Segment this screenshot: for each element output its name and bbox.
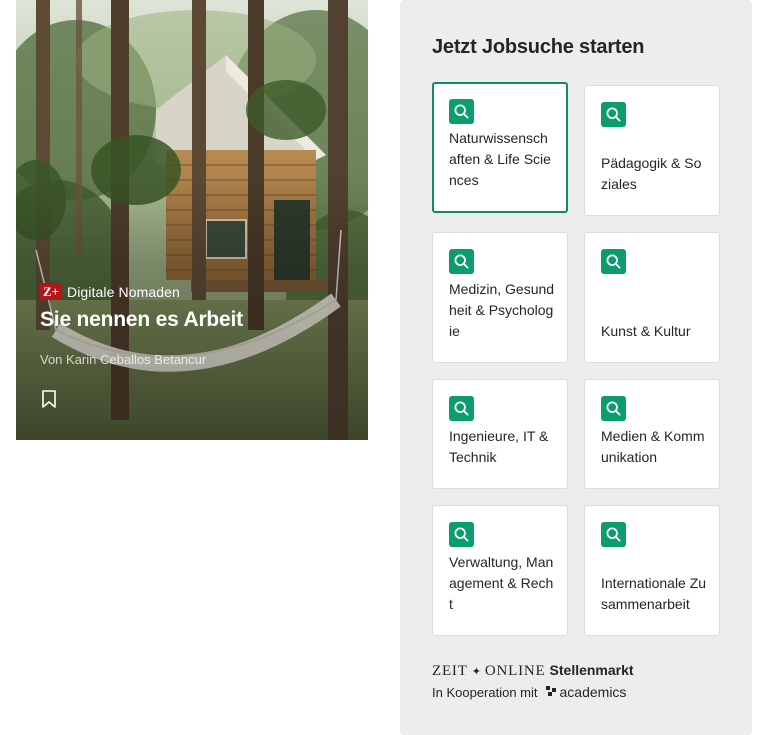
academics-wordmark: academics	[559, 684, 627, 700]
job-category-label: Pädagogik & Soziales	[601, 155, 702, 192]
job-category-international[interactable]: Internationale Zusammenarbeit	[584, 505, 720, 636]
zplus-icon: Z+	[40, 283, 62, 300]
teaser-title[interactable]: Sie nennen es Arbeit	[40, 308, 243, 332]
job-category-label: Medien & Kommunikation	[601, 428, 705, 465]
article-teaser[interactable]: Z+ Digitale Nomaden Sie nennen es Arbeit…	[16, 0, 368, 440]
stellenmarkt-label: Stellenmarkt	[549, 662, 634, 678]
job-category-label: Ingenieure, IT & Technik	[449, 428, 549, 465]
bookmark-icon[interactable]	[41, 390, 57, 408]
academics-icon	[545, 686, 556, 696]
teaser-kicker-row: Z+ Digitale Nomaden	[40, 283, 180, 300]
job-category-medien[interactable]: Medien & Kommunikation	[584, 379, 720, 489]
kooperation-line: In Kooperation mit academics	[432, 684, 634, 700]
search-icon	[601, 102, 626, 127]
teaser-byline: Von Karin Ceballos Betancur	[40, 352, 207, 367]
search-icon	[449, 396, 474, 421]
job-category-label: Verwaltung, Management & Recht	[449, 554, 554, 612]
image-overlay	[16, 0, 368, 440]
job-search-heading: Jetzt Jobsuche starten	[432, 36, 645, 58]
job-category-label: Medizin, Gesundheit & Psychologie	[449, 281, 555, 339]
search-icon	[449, 522, 474, 547]
job-category-verwaltung[interactable]: Verwaltung, Management & Recht	[432, 505, 568, 636]
job-category-medizin[interactable]: Medizin, Gesundheit & Psychologie	[432, 232, 568, 363]
job-category-label: Internationale Zusammenarbeit	[601, 575, 707, 612]
zeit-wordmark: ZEIT	[432, 663, 468, 679]
eagle-icon: ✦	[471, 666, 481, 678]
zeit-stellenmarkt-logo[interactable]: ZEIT ✦ ONLINE Stellenmarkt	[432, 662, 634, 680]
job-category-ingenieure[interactable]: Ingenieure, IT & Technik	[432, 379, 568, 489]
job-search-panel: Jetzt Jobsuche starten Naturwissenschaft…	[400, 0, 752, 735]
job-category-naturwissenschaften[interactable]: Naturwissenschaften & Life Sciences	[432, 82, 568, 213]
search-icon	[601, 396, 626, 421]
search-icon	[601, 249, 626, 274]
online-wordmark: ONLINE	[484, 663, 546, 679]
job-category-label: Kunst & Kultur	[601, 323, 691, 339]
teaser-kicker: Digitale Nomaden	[67, 283, 180, 300]
job-category-kunst[interactable]: Kunst & Kultur	[584, 232, 720, 363]
stellenmarkt-footer: ZEIT ✦ ONLINE Stellenmarkt In Kooperatio…	[432, 662, 634, 700]
search-icon	[449, 249, 474, 274]
search-icon	[601, 522, 626, 547]
job-category-paedagogik[interactable]: Pädagogik & Soziales	[584, 85, 720, 216]
kooperation-text: In Kooperation mit	[432, 684, 538, 700]
job-category-label: Naturwissenschaften & Life Sciences	[449, 130, 551, 188]
academics-logo[interactable]: academics	[545, 684, 627, 700]
search-icon	[449, 99, 474, 124]
